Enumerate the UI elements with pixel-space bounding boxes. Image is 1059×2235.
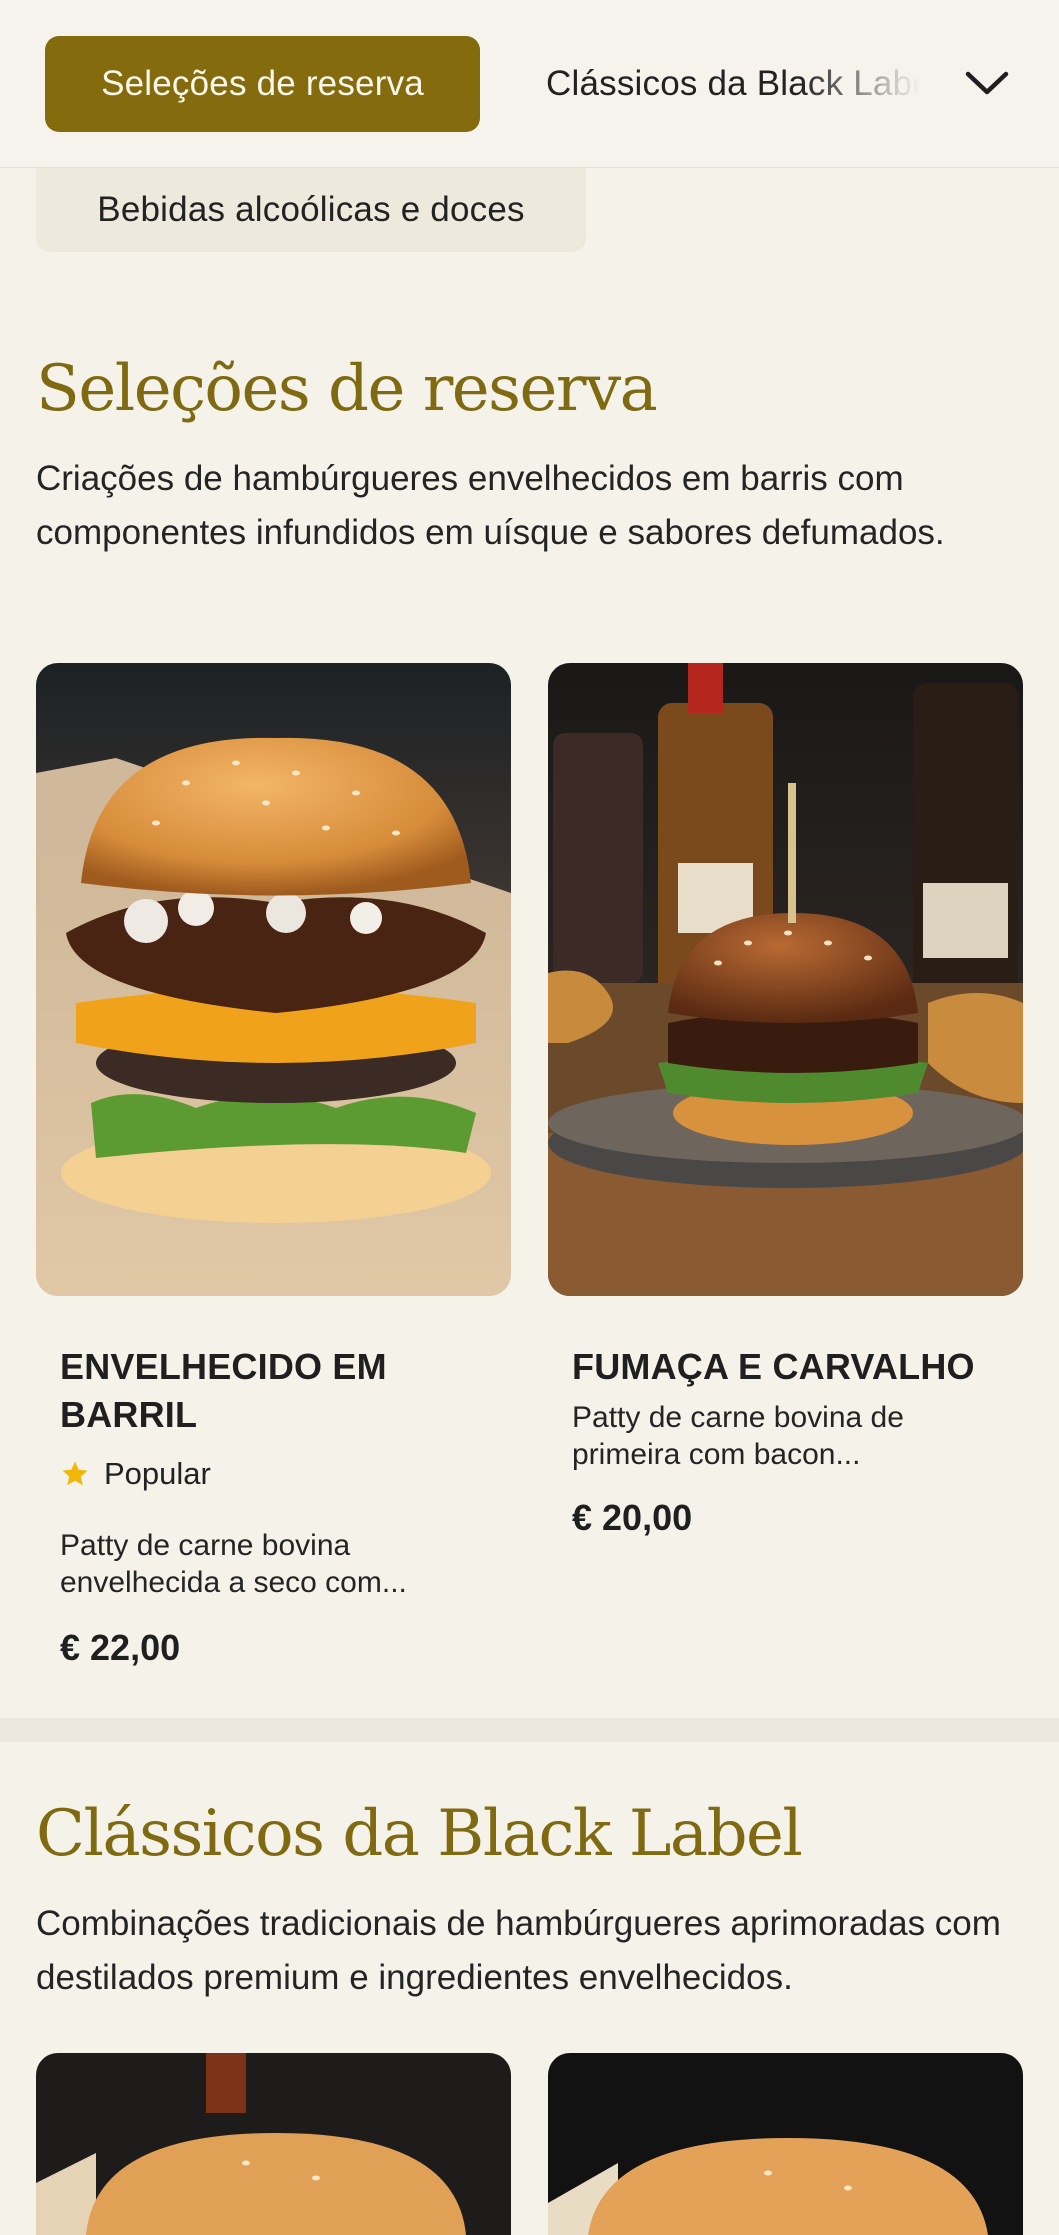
section-title-black-label: Clássicos da Black Label bbox=[36, 1797, 803, 1871]
burger-image-fumaca[interactable] bbox=[548, 663, 1023, 1296]
burger-image-classic-2[interactable] bbox=[548, 2053, 1023, 2235]
burger-image-classic-1[interactable] bbox=[36, 2053, 511, 2235]
item-price-envelhecido: € 22,00 bbox=[60, 1627, 181, 1668]
category-tab-bebidas[interactable]: Bebidas alcoólicas e doces bbox=[36, 168, 586, 252]
item-description-envelhecido: Patty de carne bovina envelhecida a seco… bbox=[60, 1529, 407, 1599]
section-description-black-label: Combinações tradicionais de hambúrgueres… bbox=[36, 1904, 1001, 1997]
category-tab-reserva[interactable]: Seleções de reserva bbox=[45, 36, 480, 132]
item-description-fumaca: Patty de carne bovina de primeira com ba… bbox=[572, 1401, 904, 1471]
section-divider bbox=[0, 1718, 1059, 1742]
item-name-envelhecido[interactable]: ENVELHECIDO EM BARRIL bbox=[60, 1343, 480, 1439]
popular-badge-label: Popular bbox=[104, 1456, 211, 1491]
burger-image-envelhecido[interactable] bbox=[36, 663, 511, 1296]
item-name-fumaca[interactable]: FUMAÇA E CARVALHO bbox=[572, 1343, 992, 1391]
star-icon bbox=[62, 1461, 88, 1486]
item-price-fumaca: € 20,00 bbox=[572, 1497, 693, 1538]
category-nav: Seleções de reserva Clássicos da Black L… bbox=[0, 0, 1059, 168]
category-tab-black-label[interactable]: Clássicos da Black Label bbox=[518, 36, 938, 132]
chevron-down-icon bbox=[965, 71, 1009, 95]
section-description-reserva: Criações de hambúrgueres envelhecidos em… bbox=[36, 459, 945, 552]
section-title-reserva: Seleções de reserva bbox=[36, 352, 658, 426]
popular-badge: Popular bbox=[60, 1456, 211, 1492]
expand-categories-button[interactable] bbox=[950, 50, 1024, 116]
